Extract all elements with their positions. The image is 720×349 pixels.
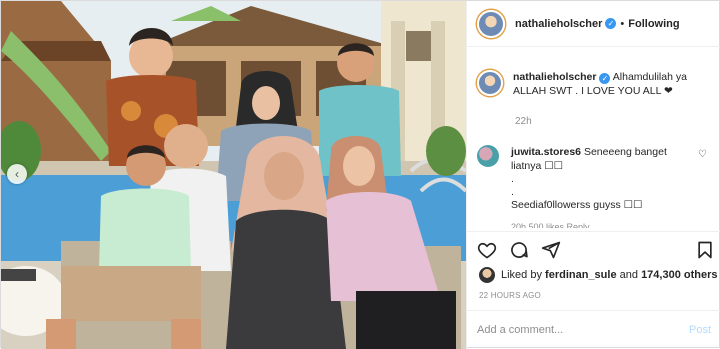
comments-section: nathalieholscher ✓ Alhamdulilah ya ALLAH …: [467, 48, 720, 230]
carousel-previous-button[interactable]: ‹: [7, 164, 27, 184]
comment-input[interactable]: [477, 324, 677, 336]
likes-connector: and: [619, 269, 638, 281]
likes-summary: Liked by ferdinan_sule and 174,300 other…: [479, 267, 718, 283]
post-timestamp[interactable]: 22 HOURS AGO: [479, 291, 541, 300]
comment-meta-cutoff: 20h 500 likes Reply: [511, 222, 590, 228]
add-comment-bar: Post: [467, 310, 720, 349]
family-photo-illustration: [1, 1, 466, 349]
post-photo[interactable]: ‹: [1, 1, 466, 349]
author-avatar[interactable]: [477, 9, 505, 38]
caption-text-block: nathalieholscher ✓ Alhamdulilah ya ALLAH …: [513, 70, 693, 98]
post-actions-bar: [467, 231, 720, 265]
comment-extra-line: Seediaf0llowerss guyss ☐☐: [511, 199, 643, 211]
liker-avatar[interactable]: [479, 267, 495, 283]
comment-text-block: juwita.stores6 Seneeeng banget liatnya ☐…: [511, 145, 691, 173]
bookmark-icon[interactable]: [695, 240, 715, 260]
chevron-left-icon: ‹: [15, 167, 19, 181]
post-side-panel: nathalieholscher ✓ • Following nathalieh…: [466, 1, 720, 349]
verified-badge-icon: ✓: [605, 18, 617, 29]
comment-like-heart-icon[interactable]: ♡: [698, 149, 707, 160]
following-button[interactable]: Following: [628, 18, 679, 30]
liker-username[interactable]: ferdinan_sule: [545, 269, 617, 281]
post-header: nathalieholscher ✓ • Following: [467, 1, 720, 47]
likes-prefix: Liked by: [501, 269, 542, 281]
commenter-avatar[interactable]: [477, 145, 499, 167]
comment-item: juwita.stores6 Seneeeng banget liatnya ☐…: [477, 145, 711, 173]
likes-count[interactable]: 174,300 others: [641, 269, 717, 281]
instagram-post-frame: ‹ nathalieholscher ✓ • Following nathali…: [0, 0, 720, 349]
author-username[interactable]: nathalieholscher: [515, 18, 602, 30]
comment-icon[interactable]: [509, 240, 529, 260]
verified-badge-icon: ✓: [599, 73, 611, 84]
caption-author-avatar[interactable]: [477, 70, 503, 96]
comment-extra-line: .: [511, 173, 514, 185]
heart-icon[interactable]: [477, 240, 497, 260]
header-separator: •: [620, 17, 625, 30]
comment-username[interactable]: juwita.stores6: [511, 146, 581, 158]
share-icon[interactable]: [541, 240, 561, 260]
caption-row: nathalieholscher ✓ Alhamdulilah ya ALLAH …: [477, 70, 711, 98]
post-comment-button[interactable]: Post: [689, 324, 711, 336]
comment-extra-line: .: [511, 186, 514, 198]
caption-age[interactable]: 22h: [515, 116, 711, 127]
caption-username[interactable]: nathalieholscher: [513, 71, 596, 83]
